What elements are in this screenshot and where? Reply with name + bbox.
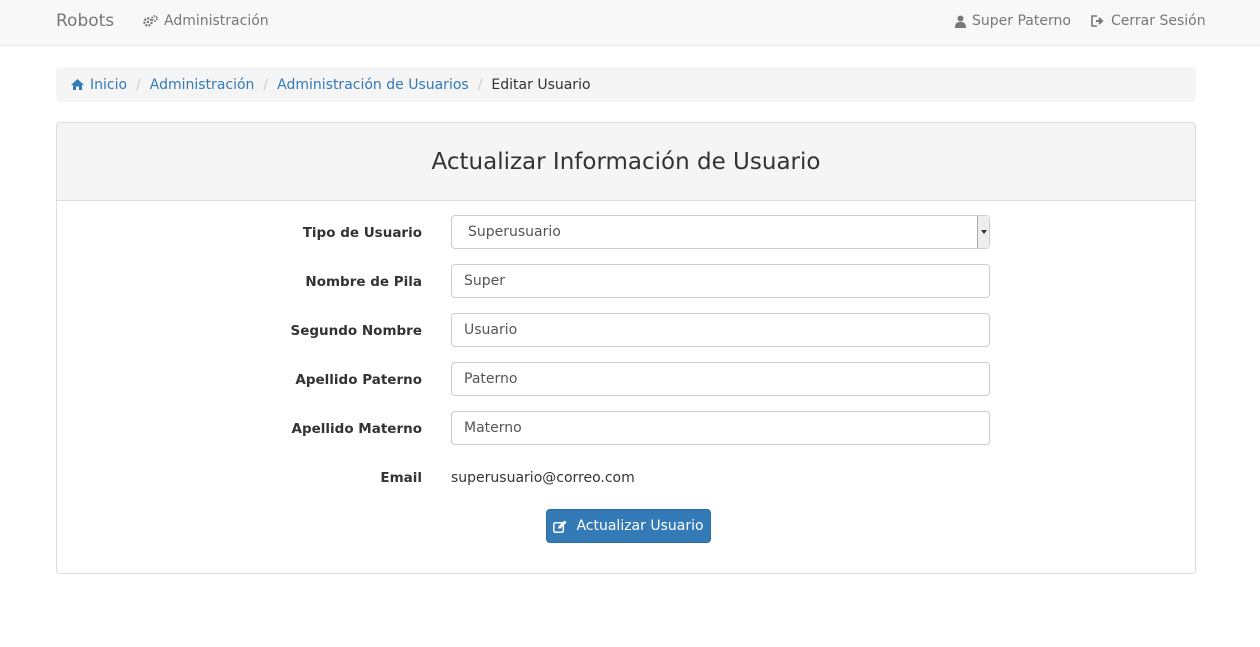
- nav-logout-label: Cerrar Sesión: [1111, 13, 1206, 29]
- breadcrumb-home-label: Inicio: [90, 76, 128, 93]
- home-icon: [71, 79, 84, 90]
- first-name-input[interactable]: Super: [451, 264, 990, 298]
- update-user-label: Actualizar Usuario: [576, 518, 704, 534]
- breadcrumb-separator: /: [136, 76, 141, 93]
- brand-link[interactable]: Robots: [56, 11, 114, 31]
- user-icon: [955, 15, 966, 28]
- user-form-panel: Actualizar Información de Usuario Tipo d…: [56, 122, 1196, 574]
- breadcrumb-home[interactable]: Inicio: [71, 77, 127, 93]
- sign-out-icon: [1091, 15, 1105, 27]
- nav-admin-label: Administración: [164, 13, 269, 29]
- nav-admin-link[interactable]: Administración: [143, 13, 269, 29]
- paternal-surname-label: Apellido Paterno: [295, 372, 422, 388]
- maternal-surname-input[interactable]: Materno: [451, 411, 990, 445]
- nav-user-link[interactable]: Super Paterno: [955, 13, 1071, 29]
- breadcrumb: Inicio / Administración / Administración…: [56, 67, 1196, 102]
- email-label: Email: [380, 470, 422, 486]
- chevron-down-icon: [977, 216, 989, 248]
- paternal-surname-input[interactable]: Paterno: [451, 362, 990, 396]
- breadcrumb-separator: /: [263, 76, 269, 93]
- breadcrumb-user-admin[interactable]: Administración de Usuarios: [277, 77, 469, 93]
- page-title: Actualizar Información de Usuario: [431, 148, 821, 175]
- middle-name-input[interactable]: Usuario: [451, 313, 990, 347]
- email-value: superusuario@correo.com: [451, 470, 635, 486]
- user-type-select[interactable]: Superusuario: [451, 215, 990, 249]
- panel-heading: Actualizar Información de Usuario: [57, 123, 1195, 201]
- breadcrumb-admin[interactable]: Administración: [150, 77, 255, 93]
- nav-logout-link[interactable]: Cerrar Sesión: [1091, 13, 1206, 29]
- breadcrumb-separator: /: [477, 76, 483, 93]
- user-type-label: Tipo de Usuario: [302, 225, 422, 241]
- update-user-button[interactable]: Actualizar Usuario: [546, 509, 711, 543]
- cogs-icon: [143, 14, 158, 28]
- nav-user-label: Super Paterno: [972, 13, 1071, 29]
- first-name-label: Nombre de Pila: [305, 274, 422, 290]
- maternal-surname-label: Apellido Materno: [291, 421, 423, 437]
- user-type-value: Superusuario: [468, 224, 561, 240]
- top-navbar: Robots Administración Super Paterno Cerr…: [0, 0, 1260, 46]
- middle-name-label: Segundo Nombre: [290, 323, 422, 339]
- breadcrumb-current: Editar Usuario: [491, 76, 591, 93]
- edit-icon: [553, 520, 567, 533]
